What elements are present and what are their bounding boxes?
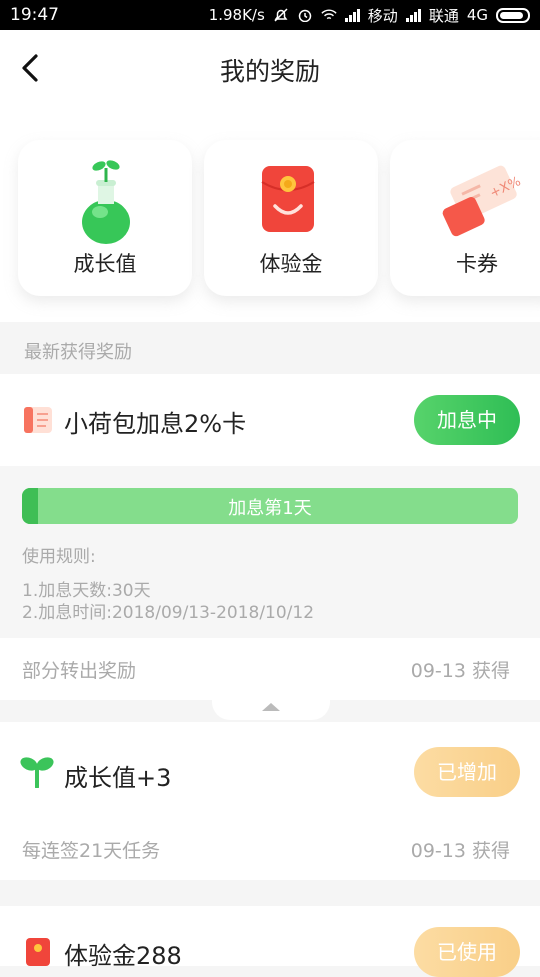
alarm-clock-icon: [298, 9, 312, 22]
card-growth-value[interactable]: 成长值: [18, 140, 192, 296]
reward-name: 成长值+3: [64, 764, 172, 792]
coupon-card-icon: [24, 407, 52, 433]
card-coupons[interactable]: +X% 卡券: [390, 140, 540, 296]
network-type: 4G: [466, 6, 488, 24]
progress-text: 加息第1天: [228, 498, 312, 519]
card-label: 体验金: [259, 252, 323, 276]
sprout-icon: [20, 757, 54, 788]
status-bar: 19:47 1.98K/s 移动 联通 4G: [0, 0, 540, 30]
reward-name: 小荷包加息2%卡: [64, 410, 247, 438]
page-title: 我的奖励: [219, 57, 320, 86]
status-pill-active[interactable]: 加息中: [414, 395, 520, 445]
seedling-flask-icon: [82, 160, 130, 244]
status-right: 1.98K/s 移动 联通 4G: [209, 5, 530, 26]
signal-icon-1: [344, 8, 360, 22]
card-experience-fund[interactable]: 体验金: [204, 140, 378, 296]
mute-alarm-icon: [274, 8, 288, 22]
wifi-icon: [321, 9, 337, 20]
reward-name: 体验金288: [64, 942, 182, 970]
card-label: 成长值: [73, 252, 137, 276]
signal-icon-2: [405, 8, 421, 22]
section-title: 最新获得奖励: [0, 322, 540, 374]
card-label: 卡券: [456, 252, 498, 276]
battery-icon: [496, 7, 530, 23]
rule-line: 2.加息时间:2018/09/13-2018/10/12: [22, 603, 315, 623]
red-envelope-icon: [261, 166, 315, 232]
red-envelope-icon: [26, 938, 50, 966]
reward-source: 部分转出奖励: [22, 660, 137, 682]
reward-type-cards: 成长值 体验金 +X% 卡券: [0, 110, 540, 322]
reward-item-2[interactable]: 成长值+3 已增加: [0, 722, 540, 818]
interest-progress-bar: 加息第1天: [22, 488, 518, 524]
reward-source-row: 每连签21天任务 09-13 获得: [0, 818, 540, 880]
caret-up-icon: [262, 703, 280, 711]
reward-item-3[interactable]: 体验金288 已使用: [0, 906, 540, 977]
reward-source-row: 部分转出奖励 09-13 获得: [0, 638, 540, 700]
carrier-2: 联通: [428, 6, 459, 25]
reward-source: 每连签21天任务: [22, 840, 161, 862]
collapse-toggle[interactable]: [212, 700, 330, 720]
reward-detail-panel: 加息第1天 使用规则: 1.加息天数:30天 2.加息时间:2018/09/13…: [0, 466, 540, 638]
reward-date: 09-13 获得: [410, 660, 510, 682]
reward-item-1[interactable]: 小荷包加息2%卡 加息中: [0, 374, 540, 466]
coupon-ticket-icon: +X%: [442, 165, 523, 237]
status-pill-used[interactable]: 已使用: [414, 927, 520, 977]
nav-bar: 我的奖励: [0, 30, 540, 110]
reward-date: 09-13 获得: [410, 840, 510, 862]
rules-title: 使用规则:: [22, 547, 96, 567]
carrier-1: 移动: [367, 6, 398, 25]
network-speed: 1.98K/s: [208, 6, 265, 24]
status-pill-added[interactable]: 已增加: [414, 747, 520, 797]
status-time: 19:47: [10, 5, 59, 25]
